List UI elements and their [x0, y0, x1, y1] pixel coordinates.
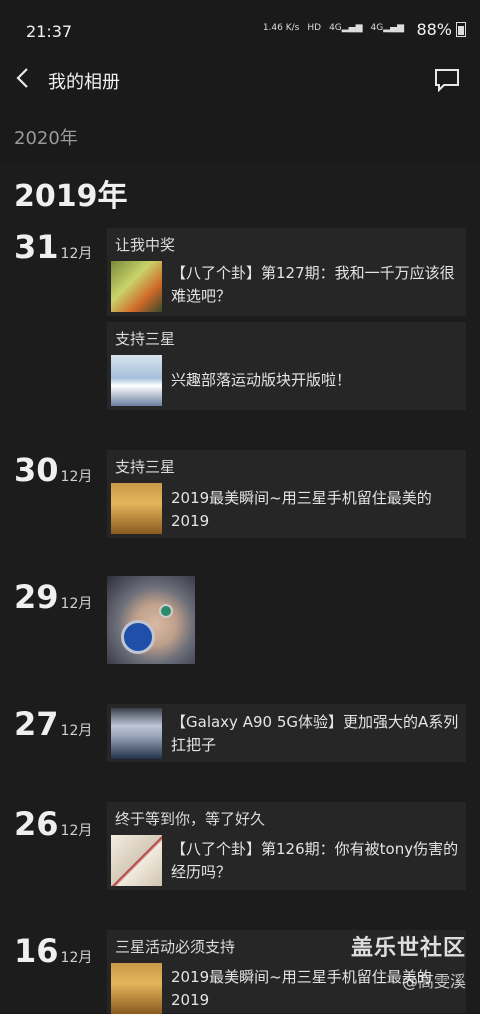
post-title: 【八了个卦】第127期：我和一千万应该很难选吧？	[171, 264, 455, 305]
hd-badge: HD	[307, 23, 322, 33]
chevron-left-icon	[16, 68, 28, 88]
post-title: 【八了个卦】第126期：你有被tony伤害的经历吗？	[171, 840, 459, 881]
album-card[interactable]: 让我中奖 【八了个卦】第127期：我和一千万应该很难选吧？	[107, 228, 466, 316]
card-caption: 支持三星	[115, 458, 176, 476]
post-thumbnail	[111, 963, 162, 1014]
photo-detail	[121, 620, 155, 654]
date-label: 16 12月	[14, 932, 93, 970]
photo-detail	[159, 604, 173, 618]
album-card[interactable]: 【Galaxy A90 5G体验】更加强大的A系列扛把子	[107, 704, 466, 762]
year-2020-header[interactable]: 2020年	[14, 124, 78, 150]
post-title: 【Galaxy A90 5G体验】更加强大的A系列扛把子	[171, 713, 459, 754]
signal-icon-2: 4G▂▄▆	[370, 23, 404, 33]
watermark-brand: 盖乐世社区	[350, 936, 466, 961]
net-speed: 1.46 K/s	[262, 23, 300, 33]
date-label: 29 12月	[14, 578, 93, 616]
post-thumbnail	[111, 708, 162, 759]
album-photo[interactable]	[107, 576, 195, 664]
back-button[interactable]	[14, 66, 34, 90]
battery-icon	[456, 22, 466, 37]
post-thumbnail	[111, 835, 162, 886]
album-card[interactable]: 终于等到你，等了好久 【八了个卦】第126期：你有被tony伤害的经历吗？	[107, 802, 466, 890]
message-button[interactable]	[434, 68, 460, 93]
card-caption: 终于等到你，等了好久	[115, 810, 266, 828]
year-2019-header: 2019年	[14, 179, 128, 214]
post-title: 兴趣部落运动版块开版啦！	[171, 371, 352, 389]
battery: 88%	[416, 20, 466, 39]
signal-icon-1: 4G▂▄▆	[329, 23, 363, 33]
comment-icon	[435, 69, 459, 93]
date-label: 27 12月	[14, 705, 93, 743]
watermark: 盖乐世社区 @高雯溪	[351, 930, 466, 992]
post-thumbnail	[111, 261, 162, 312]
post-thumbnail	[111, 355, 162, 406]
page-title: 我的相册	[48, 72, 120, 93]
date-label: 26 12月	[14, 805, 93, 843]
album-card[interactable]: 支持三星 兴趣部落运动版块开版啦！	[107, 322, 466, 410]
status-indicators: 1.46 K/s HD 4G▂▄▆ 4G▂▄▆	[263, 23, 404, 33]
status-time: 21:37	[26, 22, 73, 41]
app-bar: 我的相册	[0, 58, 480, 102]
battery-level: 88%	[416, 20, 452, 39]
post-thumbnail	[111, 483, 162, 534]
card-caption: 三星活动必须支持	[115, 938, 236, 956]
watermark-user: @高雯溪	[401, 972, 466, 991]
post-title: 2019最美瞬间~用三星手机留住最美的2019	[171, 489, 432, 530]
date-label: 31 12月	[14, 228, 93, 266]
card-caption: 让我中奖	[115, 236, 176, 254]
status-bar: 21:37 1.46 K/s HD 4G▂▄▆ 4G▂▄▆ 88%	[0, 0, 480, 60]
card-caption: 支持三星	[115, 330, 176, 348]
date-label: 30 12月	[14, 451, 93, 489]
album-card[interactable]: 支持三星 2019最美瞬间~用三星手机留住最美的2019	[107, 450, 466, 538]
